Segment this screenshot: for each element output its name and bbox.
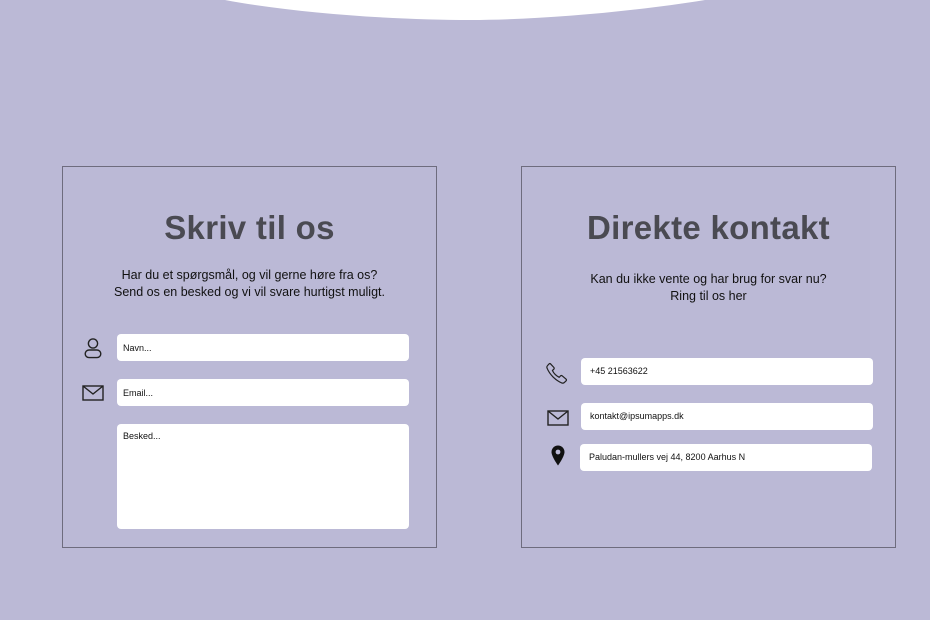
message-textarea[interactable] <box>117 424 409 529</box>
contact-form-description: Har du et spørgsmål, og vil gerne høre f… <box>63 267 436 301</box>
direct-contact-description: Kan du ikke vente og har brug for svar n… <box>522 271 895 305</box>
contact-form-title: Skriv til os <box>164 209 335 246</box>
envelope-icon <box>82 385 104 401</box>
phone-number-field[interactable]: +45 21563622 <box>581 358 873 385</box>
direct-contact-panel: Direkte kontakt Kan du ikke vente og har… <box>521 166 896 548</box>
map-pin-icon <box>551 445 565 466</box>
email-address-field[interactable]: kontakt@ipsumapps.dk <box>581 403 873 430</box>
address-field[interactable]: Paludan-mullers vej 44, 8200 Aarhus N <box>580 444 872 471</box>
top-wave-shape <box>225 0 705 20</box>
envelope-icon <box>547 410 569 426</box>
direct-contact-description-line-2: Ring til os her <box>670 289 747 303</box>
direct-contact-description-line-1: Kan du ikke vente og har brug for svar n… <box>590 272 827 286</box>
email-input[interactable] <box>117 379 409 406</box>
phone-icon <box>546 362 568 384</box>
name-input[interactable] <box>117 334 409 361</box>
contact-form-panel: Skriv til os Har du et spørgsmål, og vil… <box>62 166 437 548</box>
person-icon <box>82 337 104 359</box>
contact-form-description-line-1: Har du et spørgsmål, og vil gerne høre f… <box>121 268 378 282</box>
direct-contact-title: Direkte kontakt <box>587 209 830 246</box>
contact-form-description-line-2: Send os en besked og vi vil svare hurtig… <box>114 285 385 299</box>
